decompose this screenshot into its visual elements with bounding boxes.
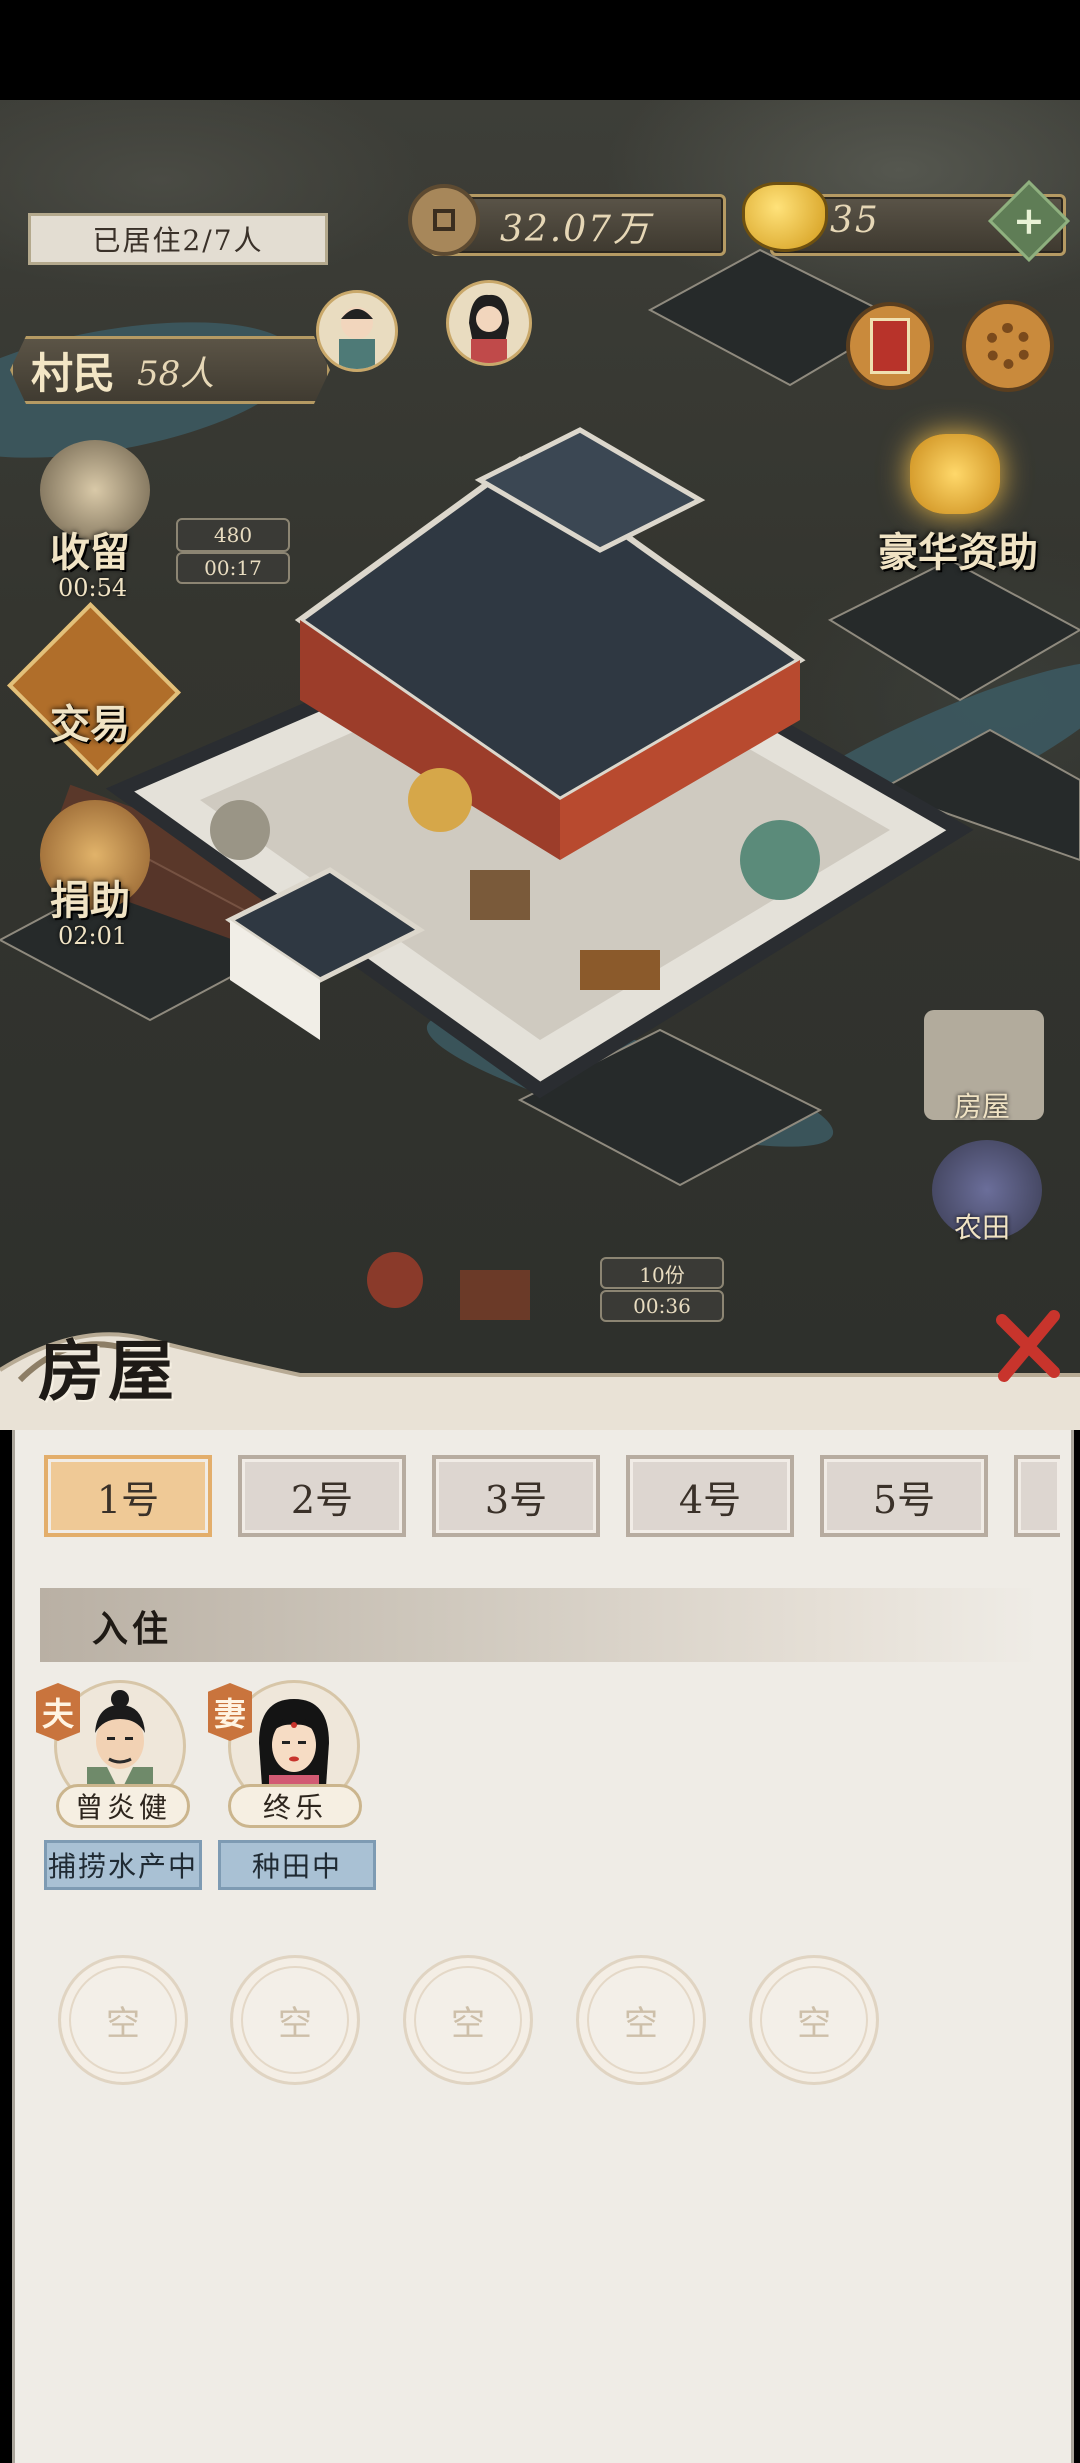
empty-slot[interactable]: 空 [403, 1955, 533, 2085]
coins-value: 32.07万 [500, 209, 652, 250]
settings-button[interactable] [962, 300, 1054, 392]
tab-house-2[interactable]: 2号 [238, 1455, 406, 1537]
donate-button[interactable]: 捐助 [50, 868, 130, 926]
tab-label: 5号 [872, 1477, 936, 1522]
offer-badge: 480 [176, 518, 290, 552]
resident-name: 曾炎健 [56, 1784, 190, 1828]
resident-name: 终乐 [228, 1784, 362, 1828]
luxury-support-button[interactable]: 豪华资助 [878, 520, 1038, 578]
empty-slot[interactable]: 空 [58, 1955, 188, 2085]
town-map[interactable]: 已居住2/7人 32.07万 35 + 村民 58人 豪华资助 收留 00:54… [0, 100, 1080, 1390]
offer-badge-timer: 00:17 [176, 552, 290, 584]
tab-house-3[interactable]: 3号 [432, 1455, 600, 1537]
villagers-bar[interactable]: 村民 58人 [10, 336, 330, 404]
trade-button[interactable]: 交易 [50, 692, 130, 750]
tab-label: 1号 [96, 1477, 160, 1522]
empty-slot-label: 空 [624, 2003, 658, 2044]
resident-status-label: 捕捞水产中 [47, 1850, 198, 1883]
gear-icon [985, 323, 1031, 369]
luxury-gift-icon [910, 434, 1000, 514]
stock-badge-value: 10份 [639, 1262, 685, 1287]
resident-status-label: 种田中 [251, 1850, 342, 1883]
empty-slot[interactable]: 空 [749, 1955, 879, 2085]
empty-slot-label: 空 [106, 2003, 140, 2044]
section-title: 入住 [92, 1608, 173, 1650]
villager-avatar[interactable] [446, 280, 532, 366]
role-badge-husband: 夫 [36, 1683, 80, 1741]
resident-name-label: 终乐 [262, 1791, 327, 1824]
resident-status: 捕捞水产中 [44, 1840, 202, 1890]
role-label: 夫 [41, 1695, 74, 1733]
offer-badge-timer-value: 00:17 [204, 556, 262, 580]
surrounding-buildings [0, 248, 1080, 1320]
empty-slot-label: 空 [278, 2003, 312, 2044]
tab-house-5[interactable]: 5号 [820, 1455, 988, 1537]
villagers-count: 58人 [137, 353, 215, 394]
calendar-button[interactable] [846, 302, 934, 390]
gold-value: 35 [830, 200, 880, 241]
empty-slot-label: 空 [797, 2003, 831, 2044]
residents-count-label: 已居住2/7人 [92, 224, 264, 257]
shelter-button[interactable]: 收留 [50, 520, 130, 578]
tab-label: 4号 [678, 1477, 742, 1522]
close-button[interactable] [988, 1306, 1068, 1386]
empty-slot[interactable]: 空 [576, 1955, 706, 2085]
tab-label: 2号 [290, 1477, 354, 1522]
tab-house-more[interactable] [1014, 1455, 1060, 1537]
offer-badge-value: 480 [213, 523, 253, 547]
tab-house-1[interactable]: 1号 [44, 1455, 212, 1537]
house-panel [12, 1380, 1074, 2463]
villagers-label: 村民 [31, 348, 116, 398]
resident-status: 种田中 [218, 1840, 376, 1890]
tab-house-4[interactable]: 4号 [626, 1455, 794, 1537]
house-menu-button[interactable]: 房屋 [954, 1085, 1010, 1125]
section-header [40, 1588, 1040, 1662]
resident-name-label: 曾炎健 [74, 1791, 171, 1824]
plus-icon: + [1013, 198, 1045, 243]
panel-title: 房屋 [38, 1332, 178, 1410]
role-badge-wife: 妻 [208, 1683, 252, 1741]
close-icon [996, 1310, 1060, 1382]
villager-avatar[interactable] [316, 290, 398, 372]
farmland-menu-button[interactable]: 农田 [954, 1206, 1010, 1246]
shelter-timer: 00:54 [58, 574, 128, 602]
donate-timer: 02:01 [58, 922, 128, 950]
coin-icon [408, 184, 480, 256]
residents-count: 已居住2/7人 [28, 213, 328, 265]
gold-ingot-icon [742, 182, 828, 252]
role-label: 妻 [213, 1695, 246, 1733]
calendar-icon [870, 318, 910, 374]
empty-slot-label: 空 [451, 2003, 485, 2044]
stock-badge: 10份 [600, 1257, 724, 1289]
empty-slot[interactable]: 空 [230, 1955, 360, 2085]
tab-label: 3号 [484, 1477, 548, 1522]
